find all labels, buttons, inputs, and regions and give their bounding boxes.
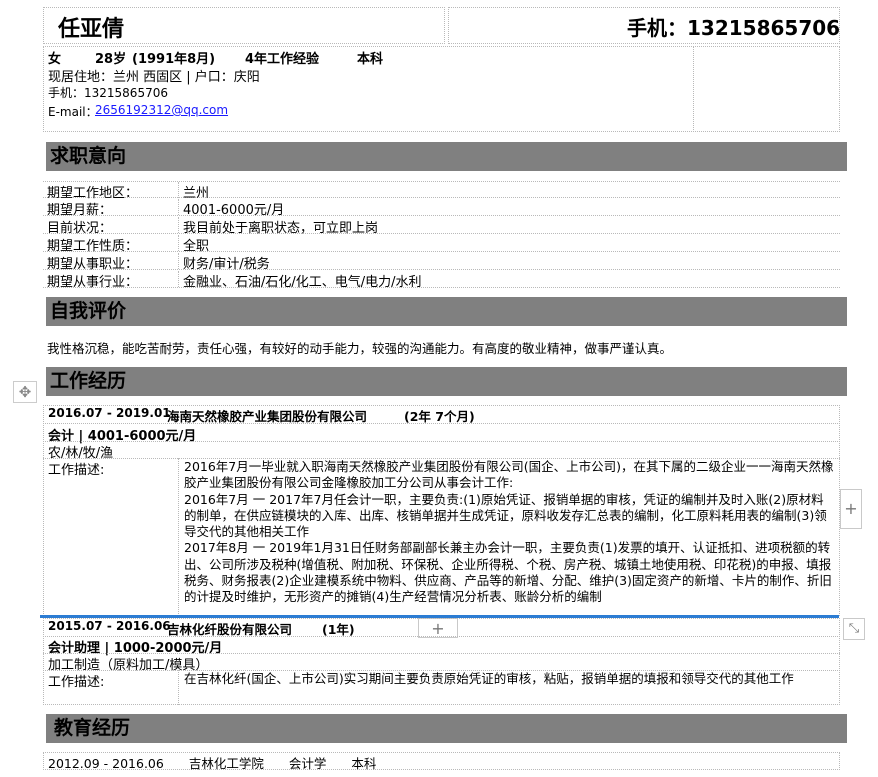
add-column-button[interactable]: + — [840, 489, 862, 529]
job-desc-label: 工作描述: — [48, 463, 105, 478]
job-desc-label: 工作描述: — [48, 675, 105, 690]
job-description: 2016年7月一毕业就入职海南天然橡胶产业集团股份有限公司(国企、上市公司)，在… — [184, 459, 836, 606]
email-link[interactable]: 2656192312@qq.com — [95, 103, 228, 117]
intent-key: 期望月薪： — [47, 203, 113, 218]
candidate-name: 任亚倩 — [58, 17, 125, 42]
section-self-eval: 自我评价 — [46, 297, 847, 326]
cell-divider — [178, 235, 179, 251]
intent-row: 目前状况： 我目前处于离职状态，可立即上岗 — [43, 217, 840, 236]
intent-value: 财务/审计/税务 — [183, 257, 270, 272]
education-entry: 2012.09 - 2016.06 吉林化工学院 会计学 本科 — [48, 756, 377, 771]
info-email-label: E-mail： — [48, 105, 98, 119]
cell-divider — [178, 253, 179, 269]
info-experience: 4年工作经验 — [245, 52, 320, 67]
info-gender: 女 — [48, 52, 62, 67]
divider — [178, 458, 179, 616]
intent-value: 全职 — [183, 239, 210, 254]
intent-value: 我目前处于离职状态，可立即上岗 — [183, 221, 379, 236]
intent-key: 期望工作性质： — [47, 239, 139, 254]
job-period: 2016.07 - 2019.01 — [48, 406, 171, 420]
info-degree: 本科 — [357, 52, 384, 67]
section-work: 工作经历 — [46, 367, 847, 396]
job-desc-paragraph: 在吉林化纤(国企、上市公司)实习期间主要负责原始凭证的审核，粘贴，报销单据的填报… — [184, 671, 794, 686]
move-table-icon[interactable]: ✥ — [13, 381, 37, 403]
intent-row: 期望从事职业： 财务/审计/税务 — [43, 253, 840, 272]
section-intent: 求职意向 — [46, 142, 847, 171]
info-birth: (1991年8月) — [132, 52, 216, 67]
intent-key: 期望从事职业： — [47, 257, 139, 272]
divider — [43, 423, 840, 424]
info-mobile: 手机：13215865706 — [48, 86, 168, 100]
job-description: 在吉林化纤(国企、上市公司)实习期间主要负责原始凭证的审核，粘贴，报销单据的填报… — [184, 671, 836, 687]
section-education: 教育经历 — [46, 714, 847, 743]
resize-handle-icon[interactable]: ⤡ — [843, 618, 865, 640]
divider — [178, 670, 179, 705]
job-desc-paragraph: 2017年8月 一 2019年1月31日任财务部副部长兼主办会计一职，主要负责(… — [184, 540, 832, 605]
cell-divider — [178, 217, 179, 233]
intent-key: 目前状况： — [47, 221, 113, 236]
intent-row: 期望工作地区： 兰州 — [43, 181, 840, 201]
cell-divider — [178, 199, 179, 215]
intent-value: 金融业、石油/石化/化工、电气/电力/水利 — [183, 275, 422, 290]
job-desc-paragraph: 2016年7月 一 2017年7月任会计一职，主要负责:(1)原始凭证、报销单据… — [184, 491, 827, 540]
info-residence: 现居住地：兰州 西固区 | 户口：庆阳 — [48, 70, 260, 85]
header-phone: 手机：13215865706 — [627, 16, 841, 40]
self-eval-text: 我性格沉稳，能吃苦耐劳，责任心强，有较好的动手能力，较强的沟通能力。有高度的敬业… — [47, 341, 673, 356]
info-age: 28岁 — [95, 52, 127, 67]
intent-key: 期望从事行业： — [47, 275, 139, 290]
divider — [43, 441, 840, 442]
job-period: 2015.07 - 2016.06 — [48, 619, 171, 633]
intent-value: 4001-6000元/月 — [183, 203, 285, 218]
cell-divider — [178, 271, 179, 287]
intent-row: 期望从事行业： 金融业、石油/石化/化工、电气/电力/水利 — [43, 271, 840, 290]
photo-cell — [693, 46, 840, 132]
cell-divider — [178, 182, 179, 198]
intent-row: 期望工作性质： 全职 — [43, 235, 840, 254]
job-desc-paragraph: 2016年7月一毕业就入职海南天然橡胶产业集团股份有限公司(国企、上市公司)，在… — [184, 459, 834, 491]
intent-row: 期望月薪： 4001-6000元/月 — [43, 199, 840, 218]
